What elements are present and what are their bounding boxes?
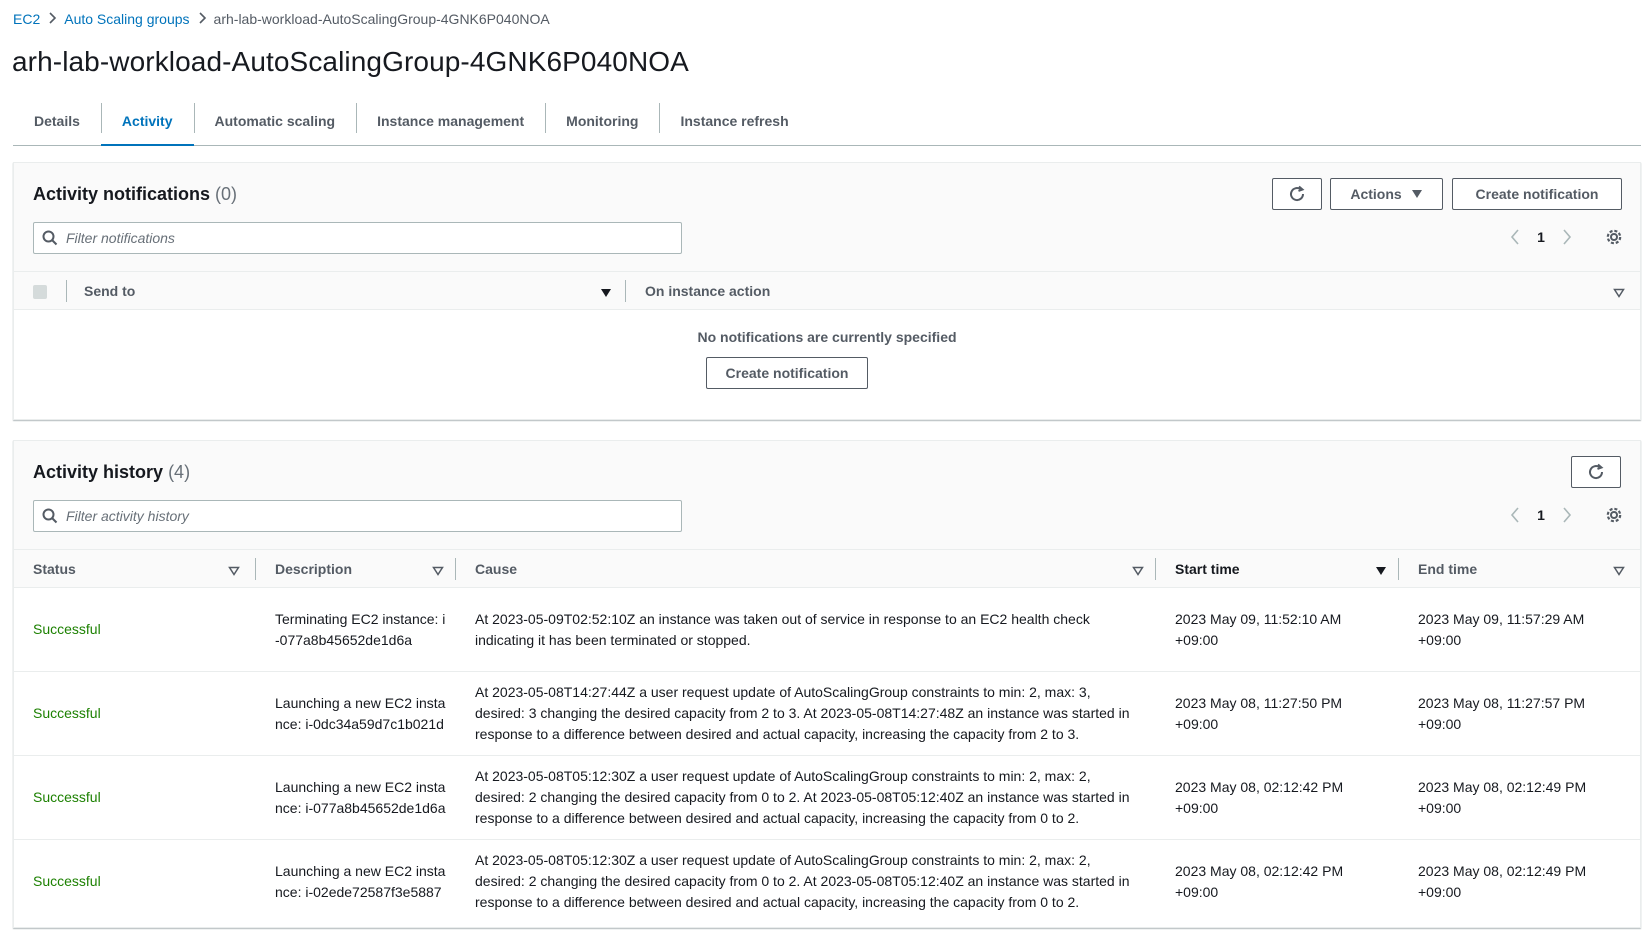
notifications-filter[interactable]: [33, 222, 682, 254]
create-notification-button[interactable]: Create notification: [1452, 178, 1622, 210]
select-all-checkbox[interactable]: [33, 284, 47, 299]
tab-instance-management[interactable]: Instance management: [356, 96, 545, 145]
column-label: Send to: [84, 282, 136, 299]
tab-instance-refresh[interactable]: Instance refresh: [659, 96, 809, 145]
column-header-status[interactable]: Status: [14, 549, 256, 588]
search-icon: [34, 508, 66, 524]
breadcrumb-link-auto-scaling-groups[interactable]: Auto Scaling groups: [64, 11, 189, 27]
tab-monitoring[interactable]: Monitoring: [545, 96, 659, 145]
cause-cell: At 2023-05-08T05:12:30Z a user request u…: [475, 768, 1130, 826]
breadcrumb-current: arh-lab-workload-AutoScalingGroup-4GNK6P…: [213, 11, 550, 27]
actions-label: Actions: [1350, 186, 1402, 202]
breadcrumb: EC2 Auto Scaling groups arh-lab-workload…: [13, 9, 550, 29]
chevron-right-icon: [40, 11, 64, 27]
page-title: arh-lab-workload-AutoScalingGroup-4GNK6P…: [12, 46, 689, 77]
notifications-pagination: 1: [1502, 225, 1634, 249]
tab-activity[interactable]: Activity: [100, 96, 194, 146]
notifications-title-text: Activity notifications: [33, 184, 211, 204]
panel-header: [14, 441, 1640, 549]
cause-cell: At 2023-05-08T14:27:44Z a user request u…: [475, 684, 1130, 742]
caret-down-icon: [1411, 189, 1423, 199]
status-cell: Successful: [33, 705, 101, 721]
chevron-left-icon[interactable]: [1502, 503, 1528, 527]
history-title-text: Activity history: [33, 462, 164, 482]
start-time-cell: 2023 May 08, 02:12:42 PM +09:00: [1175, 778, 1344, 816]
refresh-icon: [1288, 185, 1306, 203]
column-label: On instance action: [645, 282, 771, 299]
gear-icon[interactable]: [1594, 228, 1634, 246]
description-cell: Launching a new EC2 instance: i-02ede725…: [275, 862, 446, 900]
end-time-cell: 2023 May 09, 11:57:29 AM +09:00: [1418, 610, 1585, 648]
column-header-description[interactable]: Description: [256, 549, 456, 588]
table-row[interactable]: Successful Launching a new EC2 instance:…: [14, 672, 1640, 756]
sort-descending-icon[interactable]: [1375, 563, 1387, 579]
column-header-cause[interactable]: Cause: [456, 549, 1156, 588]
start-time-cell: 2023 May 08, 11:27:50 PM +09:00: [1175, 694, 1343, 732]
refresh-history-button[interactable]: [1571, 456, 1621, 488]
page-number[interactable]: 1: [1528, 507, 1554, 523]
gear-icon[interactable]: [1594, 506, 1634, 524]
column-header-send-to[interactable]: Send to: [67, 271, 626, 310]
actions-dropdown-button[interactable]: Actions: [1330, 178, 1443, 210]
status-cell: Successful: [33, 621, 101, 637]
sort-icon[interactable]: [432, 563, 444, 579]
refresh-icon: [1587, 463, 1605, 481]
history-count: (4): [168, 462, 191, 482]
table-row[interactable]: Successful Terminating EC2 instance: i-0…: [14, 588, 1640, 672]
tab-bar: Details Activity Automatic scaling Insta…: [13, 96, 1641, 146]
column-label: Description: [275, 560, 353, 577]
column-header-on-instance-action[interactable]: On instance action: [626, 271, 1640, 310]
history-table: Status Description Cause Start time End …: [14, 549, 1640, 924]
status-cell: Successful: [33, 873, 101, 890]
end-time-cell: 2023 May 08, 02:12:49 PM +09:00: [1418, 778, 1587, 816]
column-label: Status: [33, 560, 76, 577]
cause-cell: At 2023-05-08T05:12:30Z a user request u…: [475, 852, 1130, 911]
status-cell: Successful: [33, 789, 101, 805]
table-row[interactable]: Successful Launching a new EC2 instance:…: [14, 840, 1640, 924]
column-label: Start time: [1175, 560, 1240, 577]
notifications-title: Activity notifications (0): [33, 184, 237, 205]
end-time-cell: 2023 May 08, 02:12:49 PM +09:00: [1418, 862, 1587, 900]
filter-notifications-input[interactable]: [66, 224, 681, 252]
start-time-cell: 2023 May 08, 02:12:42 PM +09:00: [1175, 862, 1344, 900]
table-row[interactable]: Successful Launching a new EC2 instance:…: [14, 756, 1640, 840]
page-number[interactable]: 1: [1528, 229, 1554, 245]
chevron-right-icon: [190, 11, 214, 27]
chevron-right-icon[interactable]: [1554, 225, 1580, 249]
chevron-left-icon[interactable]: [1502, 225, 1528, 249]
search-icon: [34, 230, 66, 246]
sort-icon[interactable]: [1613, 285, 1625, 301]
column-label: Cause: [475, 560, 518, 577]
history-title: Activity history (4): [33, 462, 190, 483]
start-time-cell: 2023 May 09, 11:52:10 AM +09:00: [1175, 610, 1342, 648]
end-time-cell: 2023 May 08, 11:27:57 PM +09:00: [1418, 694, 1586, 732]
notifications-table: Send to On instance action: [14, 271, 1640, 310]
filter-activity-history-input[interactable]: [66, 502, 681, 530]
chevron-right-icon[interactable]: [1554, 503, 1580, 527]
history-pagination: 1: [1502, 503, 1634, 527]
description-cell: Launching a new EC2 instance: i-077a8b45…: [275, 778, 446, 816]
column-header-end-time[interactable]: End time: [1399, 549, 1640, 588]
tab-details[interactable]: Details: [13, 96, 101, 145]
cause-cell: At 2023-05-09T02:52:10Z an instance was …: [475, 610, 1090, 648]
sort-descending-icon[interactable]: [600, 285, 612, 301]
sort-icon[interactable]: [1132, 563, 1144, 579]
activity-notifications-panel: Activity notifications (0) Actions Creat…: [13, 162, 1641, 420]
tab-automatic-scaling[interactable]: Automatic scaling: [193, 96, 357, 145]
description-cell: Terminating EC2 instance: i-077a8b45652d…: [275, 610, 446, 648]
sort-icon[interactable]: [1613, 563, 1625, 579]
column-label: End time: [1418, 560, 1478, 577]
empty-create-notification-button[interactable]: Create notification: [706, 357, 868, 389]
select-all-cell: [14, 271, 67, 310]
breadcrumb-link-ec2[interactable]: EC2: [13, 11, 40, 27]
description-cell: Launching a new EC2 instance: i-0dc34a59…: [275, 694, 446, 732]
notifications-count: (0): [215, 184, 238, 204]
empty-state-message: No notifications are currently specified: [697, 329, 957, 345]
column-header-start-time[interactable]: Start time: [1156, 549, 1399, 588]
refresh-notifications-button[interactable]: [1272, 178, 1322, 210]
sort-icon[interactable]: [228, 563, 240, 579]
activity-history-panel: Activity history (4) 1: [13, 440, 1641, 928]
history-filter[interactable]: [33, 500, 682, 532]
